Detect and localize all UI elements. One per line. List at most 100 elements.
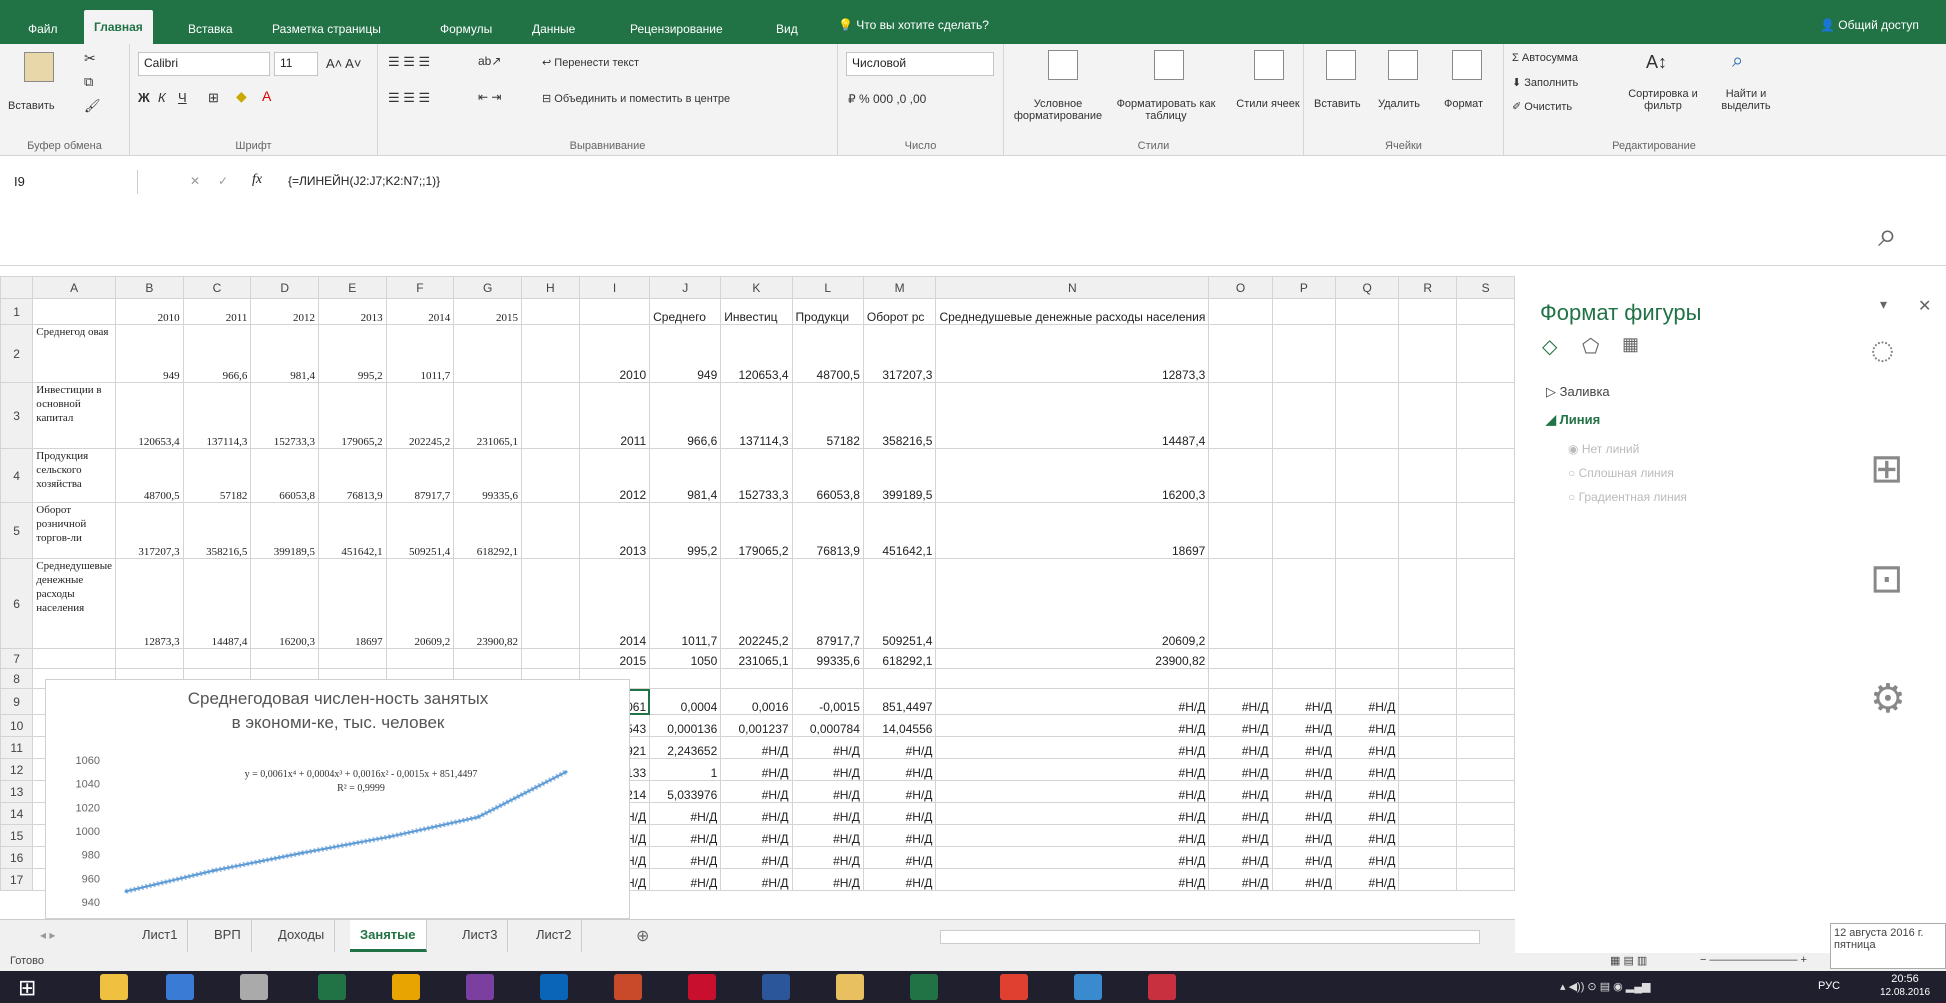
cell[interactable]: 12873,3: [115, 558, 184, 649]
cell[interactable]: 2010: [578, 324, 651, 383]
cell[interactable]: #Н/Д: [791, 846, 864, 869]
cell[interactable]: #Н/Д: [1334, 714, 1400, 737]
column-header[interactable]: G: [453, 276, 522, 299]
cell[interactable]: [1208, 668, 1273, 689]
cell[interactable]: [720, 668, 793, 689]
orientation-icon[interactable]: ab↗: [478, 54, 501, 68]
cell[interactable]: [1398, 824, 1458, 847]
cell[interactable]: #Н/Д: [862, 846, 937, 869]
cell[interactable]: [1456, 502, 1515, 559]
italic-button[interactable]: К: [158, 90, 166, 105]
cell[interactable]: 2012: [250, 298, 319, 325]
cancel-icon[interactable]: ✕: [190, 174, 200, 188]
cell[interactable]: 179065,2: [720, 502, 793, 559]
cell[interactable]: #Н/Д: [1271, 688, 1337, 715]
app-icon-1[interactable]: [100, 974, 128, 1000]
row-header[interactable]: 14: [0, 802, 34, 825]
no-line-option[interactable]: ◉ Нет линий: [1568, 442, 1639, 456]
cell[interactable]: Среднедушевые денежные расходы населения: [32, 558, 117, 649]
cell[interactable]: #Н/Д: [862, 758, 937, 781]
cell[interactable]: 358216,5: [862, 382, 937, 449]
cell[interactable]: [1271, 668, 1337, 689]
find-select-button[interactable]: Найти и выделить: [1710, 88, 1782, 112]
cell[interactable]: #Н/Д: [791, 802, 864, 825]
cell[interactable]: #Н/Д: [935, 824, 1210, 847]
cell[interactable]: [1334, 382, 1400, 449]
cell[interactable]: [1334, 558, 1400, 649]
cell[interactable]: #Н/Д: [1208, 868, 1273, 891]
enter-icon[interactable]: ✓: [218, 174, 228, 188]
row-header[interactable]: 16: [0, 846, 34, 869]
cell[interactable]: #Н/Д: [1271, 868, 1337, 891]
fill-button[interactable]: ⬇ Заполнить: [1512, 76, 1578, 89]
tab-page-layout[interactable]: Разметка страницы: [262, 14, 391, 44]
cell[interactable]: [1456, 758, 1515, 781]
clock-date[interactable]: 12.08.2016: [1870, 987, 1940, 998]
fill-line-icon[interactable]: ◇: [1542, 334, 1557, 359]
cell[interactable]: [1208, 558, 1273, 649]
cell[interactable]: 1011,7: [649, 558, 722, 649]
cell[interactable]: [1271, 298, 1337, 325]
cell[interactable]: [1456, 824, 1515, 847]
cell[interactable]: [520, 448, 580, 503]
cell[interactable]: 76813,9: [317, 448, 387, 503]
cell[interactable]: 2013: [578, 502, 651, 559]
column-header[interactable]: H: [520, 276, 580, 299]
cell[interactable]: 5,033976: [649, 780, 722, 803]
column-header[interactable]: F: [385, 276, 455, 299]
cell[interactable]: [1456, 846, 1515, 869]
row-header[interactable]: 5: [0, 502, 34, 559]
cell[interactable]: 1050: [649, 648, 722, 669]
cell[interactable]: [1271, 448, 1337, 503]
cell[interactable]: #Н/Д: [791, 780, 864, 803]
cell[interactable]: [1334, 448, 1400, 503]
sheet-tab-3[interactable]: Доходы: [268, 920, 336, 952]
cell[interactable]: 18697: [317, 558, 387, 649]
row-header[interactable]: 7: [0, 648, 34, 669]
align-left-icon[interactable]: ☰ ☰ ☰: [388, 90, 430, 106]
cell[interactable]: 202245,2: [385, 382, 455, 449]
ie-icon[interactable]: [166, 974, 194, 1000]
column-header[interactable]: A: [32, 276, 117, 299]
cell[interactable]: [1398, 802, 1458, 825]
cell[interactable]: Инвестиции в основной капитал: [32, 382, 117, 449]
cell[interactable]: 2014: [385, 298, 455, 325]
cell[interactable]: Среднегод овая: [32, 324, 117, 383]
cell[interactable]: #Н/Д: [935, 780, 1210, 803]
cell[interactable]: [520, 558, 580, 649]
app-icon-5[interactable]: [392, 974, 420, 1000]
cell[interactable]: [520, 382, 580, 449]
cell[interactable]: 202245,2: [720, 558, 793, 649]
cell[interactable]: 57182: [182, 448, 252, 503]
cell[interactable]: #Н/Д: [649, 868, 722, 891]
cell[interactable]: [1398, 714, 1458, 737]
cell[interactable]: 99335,6: [791, 648, 864, 669]
sheet-tab-6[interactable]: Лист2: [526, 920, 583, 952]
cell[interactable]: 48700,5: [791, 324, 864, 383]
cell[interactable]: 87917,7: [791, 558, 864, 649]
cell[interactable]: [1456, 668, 1515, 689]
row-header[interactable]: 3: [0, 382, 34, 449]
delete-cells-button[interactable]: Удалить: [1378, 98, 1420, 110]
effects-icon[interactable]: ⬠: [1582, 334, 1599, 359]
outlook-icon[interactable]: [540, 974, 568, 1000]
scroll-tabs-icon[interactable]: ◂ ▸: [40, 928, 55, 942]
row-header[interactable]: 13: [0, 780, 34, 803]
cell[interactable]: [1271, 502, 1337, 559]
cell[interactable]: Продукци: [791, 298, 864, 325]
cell[interactable]: [1208, 448, 1273, 503]
app-icon-3[interactable]: [240, 974, 268, 1000]
font-name-select[interactable]: Calibri: [138, 52, 270, 76]
cell[interactable]: [250, 648, 319, 669]
cell[interactable]: 120653,4: [115, 382, 184, 449]
start-icon[interactable]: ⊞: [18, 975, 36, 1001]
cell[interactable]: [1456, 688, 1515, 715]
cell[interactable]: #Н/Д: [1271, 780, 1337, 803]
underline-button[interactable]: Ч: [178, 90, 187, 105]
devices-icon[interactable]: ⊡: [1870, 556, 1904, 602]
cell[interactable]: #Н/Д: [791, 736, 864, 759]
cell[interactable]: [1208, 324, 1273, 383]
column-header[interactable]: P: [1271, 276, 1337, 299]
autosum-button[interactable]: Σ Автосумма: [1512, 52, 1578, 64]
cell[interactable]: 851,4497: [862, 688, 937, 715]
